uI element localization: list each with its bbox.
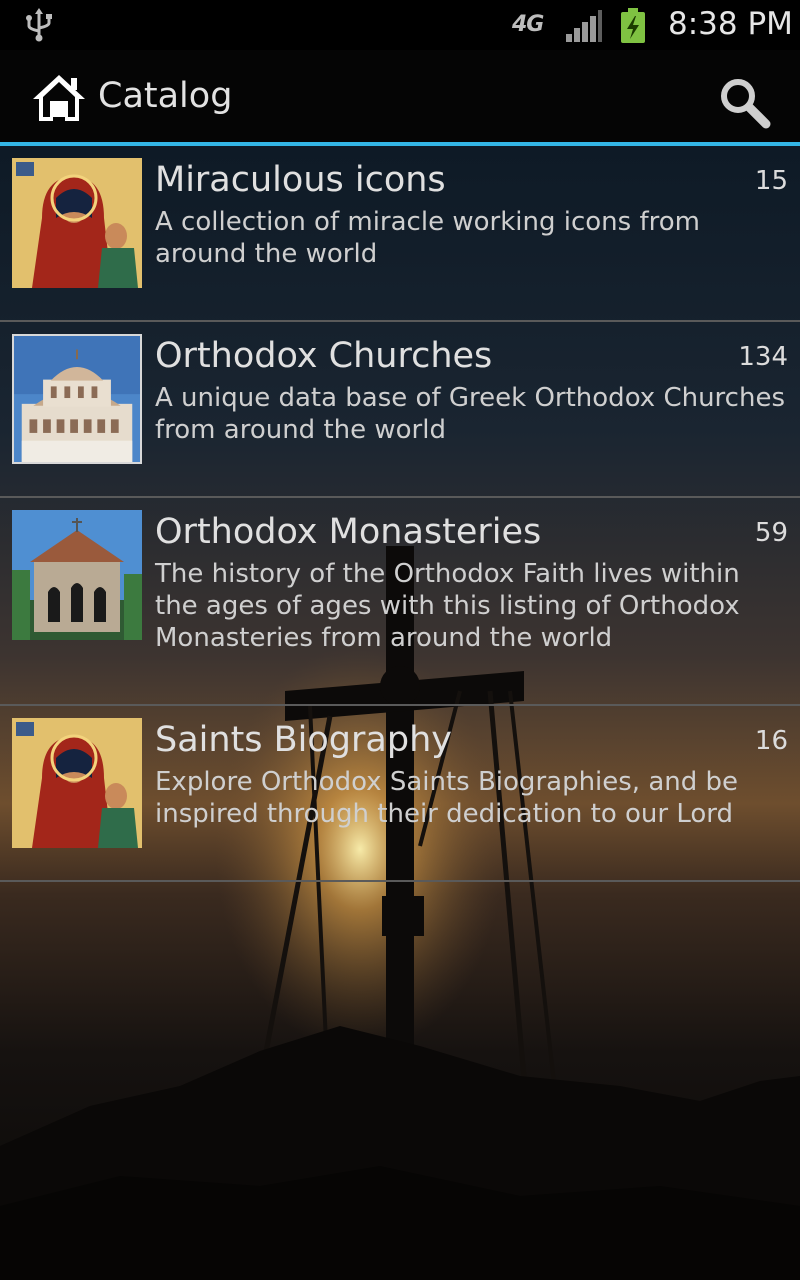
list-item[interactable]: Miraculous icons 15 A collection of mira… (0, 146, 800, 322)
signal-icon (566, 10, 602, 42)
search-icon[interactable] (716, 74, 772, 130)
home-icon[interactable] (30, 72, 88, 124)
status-time: 8:38 PM (668, 6, 793, 42)
network-4g-icon: 4G (512, 12, 544, 37)
item-description: A collection of miracle working icons fr… (155, 207, 700, 269)
madonna-icon-image (12, 718, 142, 848)
item-description: A unique data base of Greek Orthodox Chu… (155, 383, 785, 445)
list-item[interactable]: Orthodox Monasteries 59 The history of t… (0, 498, 800, 706)
item-count: 15 (754, 166, 788, 196)
item-title: Orthodox Churches (155, 336, 493, 376)
action-bar: Catalog (0, 50, 800, 142)
list-item[interactable]: Orthodox Churches 134 A unique data base… (0, 322, 800, 498)
list-item[interactable]: Saints Biography 16 Explore Orthodox Sai… (0, 706, 800, 882)
monastery-image (12, 510, 142, 640)
page-title: Catalog (98, 76, 233, 116)
item-description: The history of the Orthodox Faith lives … (155, 559, 740, 653)
item-title: Miraculous icons (155, 160, 446, 200)
status-bar: 4G 8:38 PM (0, 0, 800, 50)
item-description: Explore Orthodox Saints Biographies, and… (155, 767, 739, 829)
madonna-icon-image (12, 158, 142, 288)
item-count: 134 (738, 342, 788, 372)
item-count: 16 (754, 726, 788, 756)
church-dome-image (12, 334, 142, 464)
item-title: Orthodox Monasteries (155, 512, 542, 552)
item-title: Saints Biography (155, 720, 452, 760)
battery-charging-icon (621, 8, 645, 43)
usb-icon (26, 8, 52, 42)
catalog-list: Miraculous icons 15 A collection of mira… (0, 146, 800, 882)
item-count: 59 (754, 518, 788, 548)
